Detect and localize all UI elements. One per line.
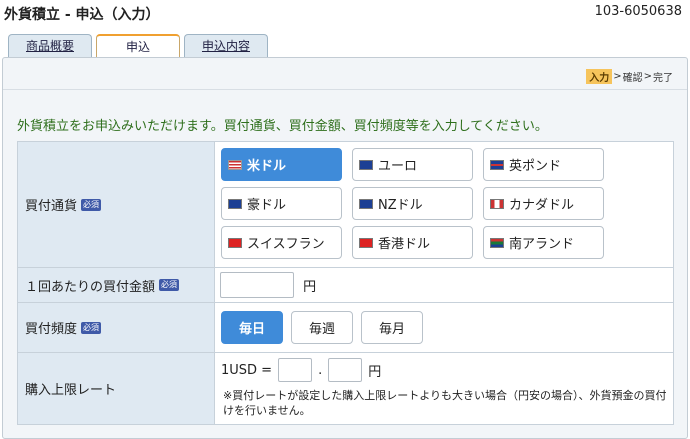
page-title: 外貨積立 - 申込（入力） (4, 7, 160, 23)
step-indicator: 入力 > 確認 > 完了 (585, 69, 673, 84)
amount-label-cell: １回あたりの買付金額 必須 (18, 268, 215, 302)
intro-message: 外貨積立をお申込みいただけます。買付通貨、買付金額、買付頻度等を入力してください… (17, 119, 548, 134)
currency-option-zar[interactable]: 南アランド (483, 226, 604, 259)
rate-limit-label: 購入上限レート (25, 383, 117, 398)
currency-option-label: 香港ドル (378, 237, 431, 252)
currency-option-hkd[interactable]: 香港ドル (352, 226, 473, 259)
step-complete: 完了 (653, 73, 673, 84)
tab-bar: 商品概要 申込 申込内容 (8, 34, 272, 59)
currency-option-cad[interactable]: カナダドル (483, 187, 604, 220)
rate-prefix: 1USD = (221, 362, 273, 378)
frequency-option-weekly[interactable]: 毎週 (291, 311, 353, 344)
tab-application[interactable]: 申込 (96, 34, 180, 59)
currency-label: 買付通貨 (25, 199, 78, 214)
currency-option-label: カナダドル (509, 198, 575, 213)
step-confirm: 確認 (622, 73, 643, 84)
currency-option-chf[interactable]: スイスフラン (221, 226, 342, 259)
rate-limit-row: 購入上限レート 1USD = . 円 ※買付レートが設定した購入上限レートよりも… (18, 353, 673, 424)
tab-application-details[interactable]: 申込内容 (184, 34, 268, 58)
currency-option-eur[interactable]: ユーロ (352, 148, 473, 181)
currency-option-nzd[interactable]: NZドル (352, 187, 473, 220)
amount-input[interactable] (220, 272, 294, 298)
required-badge: 必須 (159, 279, 180, 291)
eu-flag-icon (359, 159, 373, 170)
amount-row: １回あたりの買付金額 必須 円 (18, 268, 673, 303)
uk-flag-icon (490, 159, 504, 170)
currency-option-aud[interactable]: 豪ドル (221, 187, 342, 220)
za-flag-icon (490, 237, 504, 248)
us-flag-icon (228, 159, 242, 170)
currency-row: 買付通貨 必須 米ドル ユーロ 英ポンド 豪ドル NZドル カナダドル スイスフ… (18, 142, 673, 268)
required-badge: 必須 (81, 198, 102, 211)
hk-flag-icon (359, 237, 373, 248)
currency-options: 米ドル ユーロ 英ポンド 豪ドル NZドル カナダドル スイスフラン 香港ドル … (215, 142, 673, 267)
nz-flag-icon (359, 198, 373, 209)
currency-option-label: 英ポンド (509, 159, 562, 174)
frequency-label: 買付頻度 (25, 322, 78, 337)
currency-option-gbp[interactable]: 英ポンド (483, 148, 604, 181)
currency-option-label: 豪ドル (247, 198, 287, 213)
rate-limit-note: ※買付レートが設定した購入上限レートよりも大きい場合（円安の場合）、外貨預金の買… (223, 389, 667, 417)
frequency-row: 買付頻度 必須 毎日 毎週 毎月 (18, 303, 673, 353)
currency-option-label: NZドル (378, 198, 423, 213)
ca-flag-icon (490, 198, 504, 209)
amount-cell: 円 (215, 268, 673, 302)
step-separator: > (613, 71, 622, 82)
currency-option-label: スイスフラン (247, 237, 325, 252)
step-separator: > (643, 71, 652, 82)
amount-unit: 円 (303, 279, 317, 295)
frequency-options: 毎日 毎週 毎月 (215, 303, 673, 352)
amount-label: １回あたりの買付金額 (25, 279, 156, 295)
required-badge: 必須 (81, 321, 102, 334)
rate-decimal-point: . (318, 362, 323, 378)
step-input: 入力 (586, 69, 613, 84)
main-panel: 入力 > 確認 > 完了 外貨積立をお申込みいただけます。買付通貨、買付金額、買… (2, 57, 688, 439)
rate-decimal-input[interactable] (328, 358, 363, 382)
currency-option-label: 米ドル (247, 159, 287, 174)
rate-limit-label-cell: 購入上限レート (18, 353, 215, 424)
account-number: 103-6050638 (594, 4, 682, 19)
tab-product-overview[interactable]: 商品概要 (8, 34, 92, 58)
rate-integer-input[interactable] (278, 358, 313, 382)
au-flag-icon (228, 198, 242, 209)
currency-option-label: 南アランド (509, 237, 575, 252)
frequency-option-monthly[interactable]: 毎月 (361, 311, 423, 344)
rate-limit-cell: 1USD = . 円 ※買付レートが設定した購入上限レートよりも大きい場合（円安… (215, 353, 673, 424)
application-form: 買付通貨 必須 米ドル ユーロ 英ポンド 豪ドル NZドル カナダドル スイスフ… (17, 141, 674, 425)
frequency-label-cell: 買付頻度 必須 (18, 303, 215, 352)
rate-unit: 円 (368, 364, 382, 380)
divider (3, 89, 687, 90)
currency-option-label: ユーロ (378, 159, 418, 174)
currency-label-cell: 買付通貨 必須 (18, 142, 215, 267)
frequency-option-daily[interactable]: 毎日 (221, 311, 283, 344)
ch-flag-icon (228, 237, 242, 248)
currency-option-usd[interactable]: 米ドル (221, 148, 342, 181)
